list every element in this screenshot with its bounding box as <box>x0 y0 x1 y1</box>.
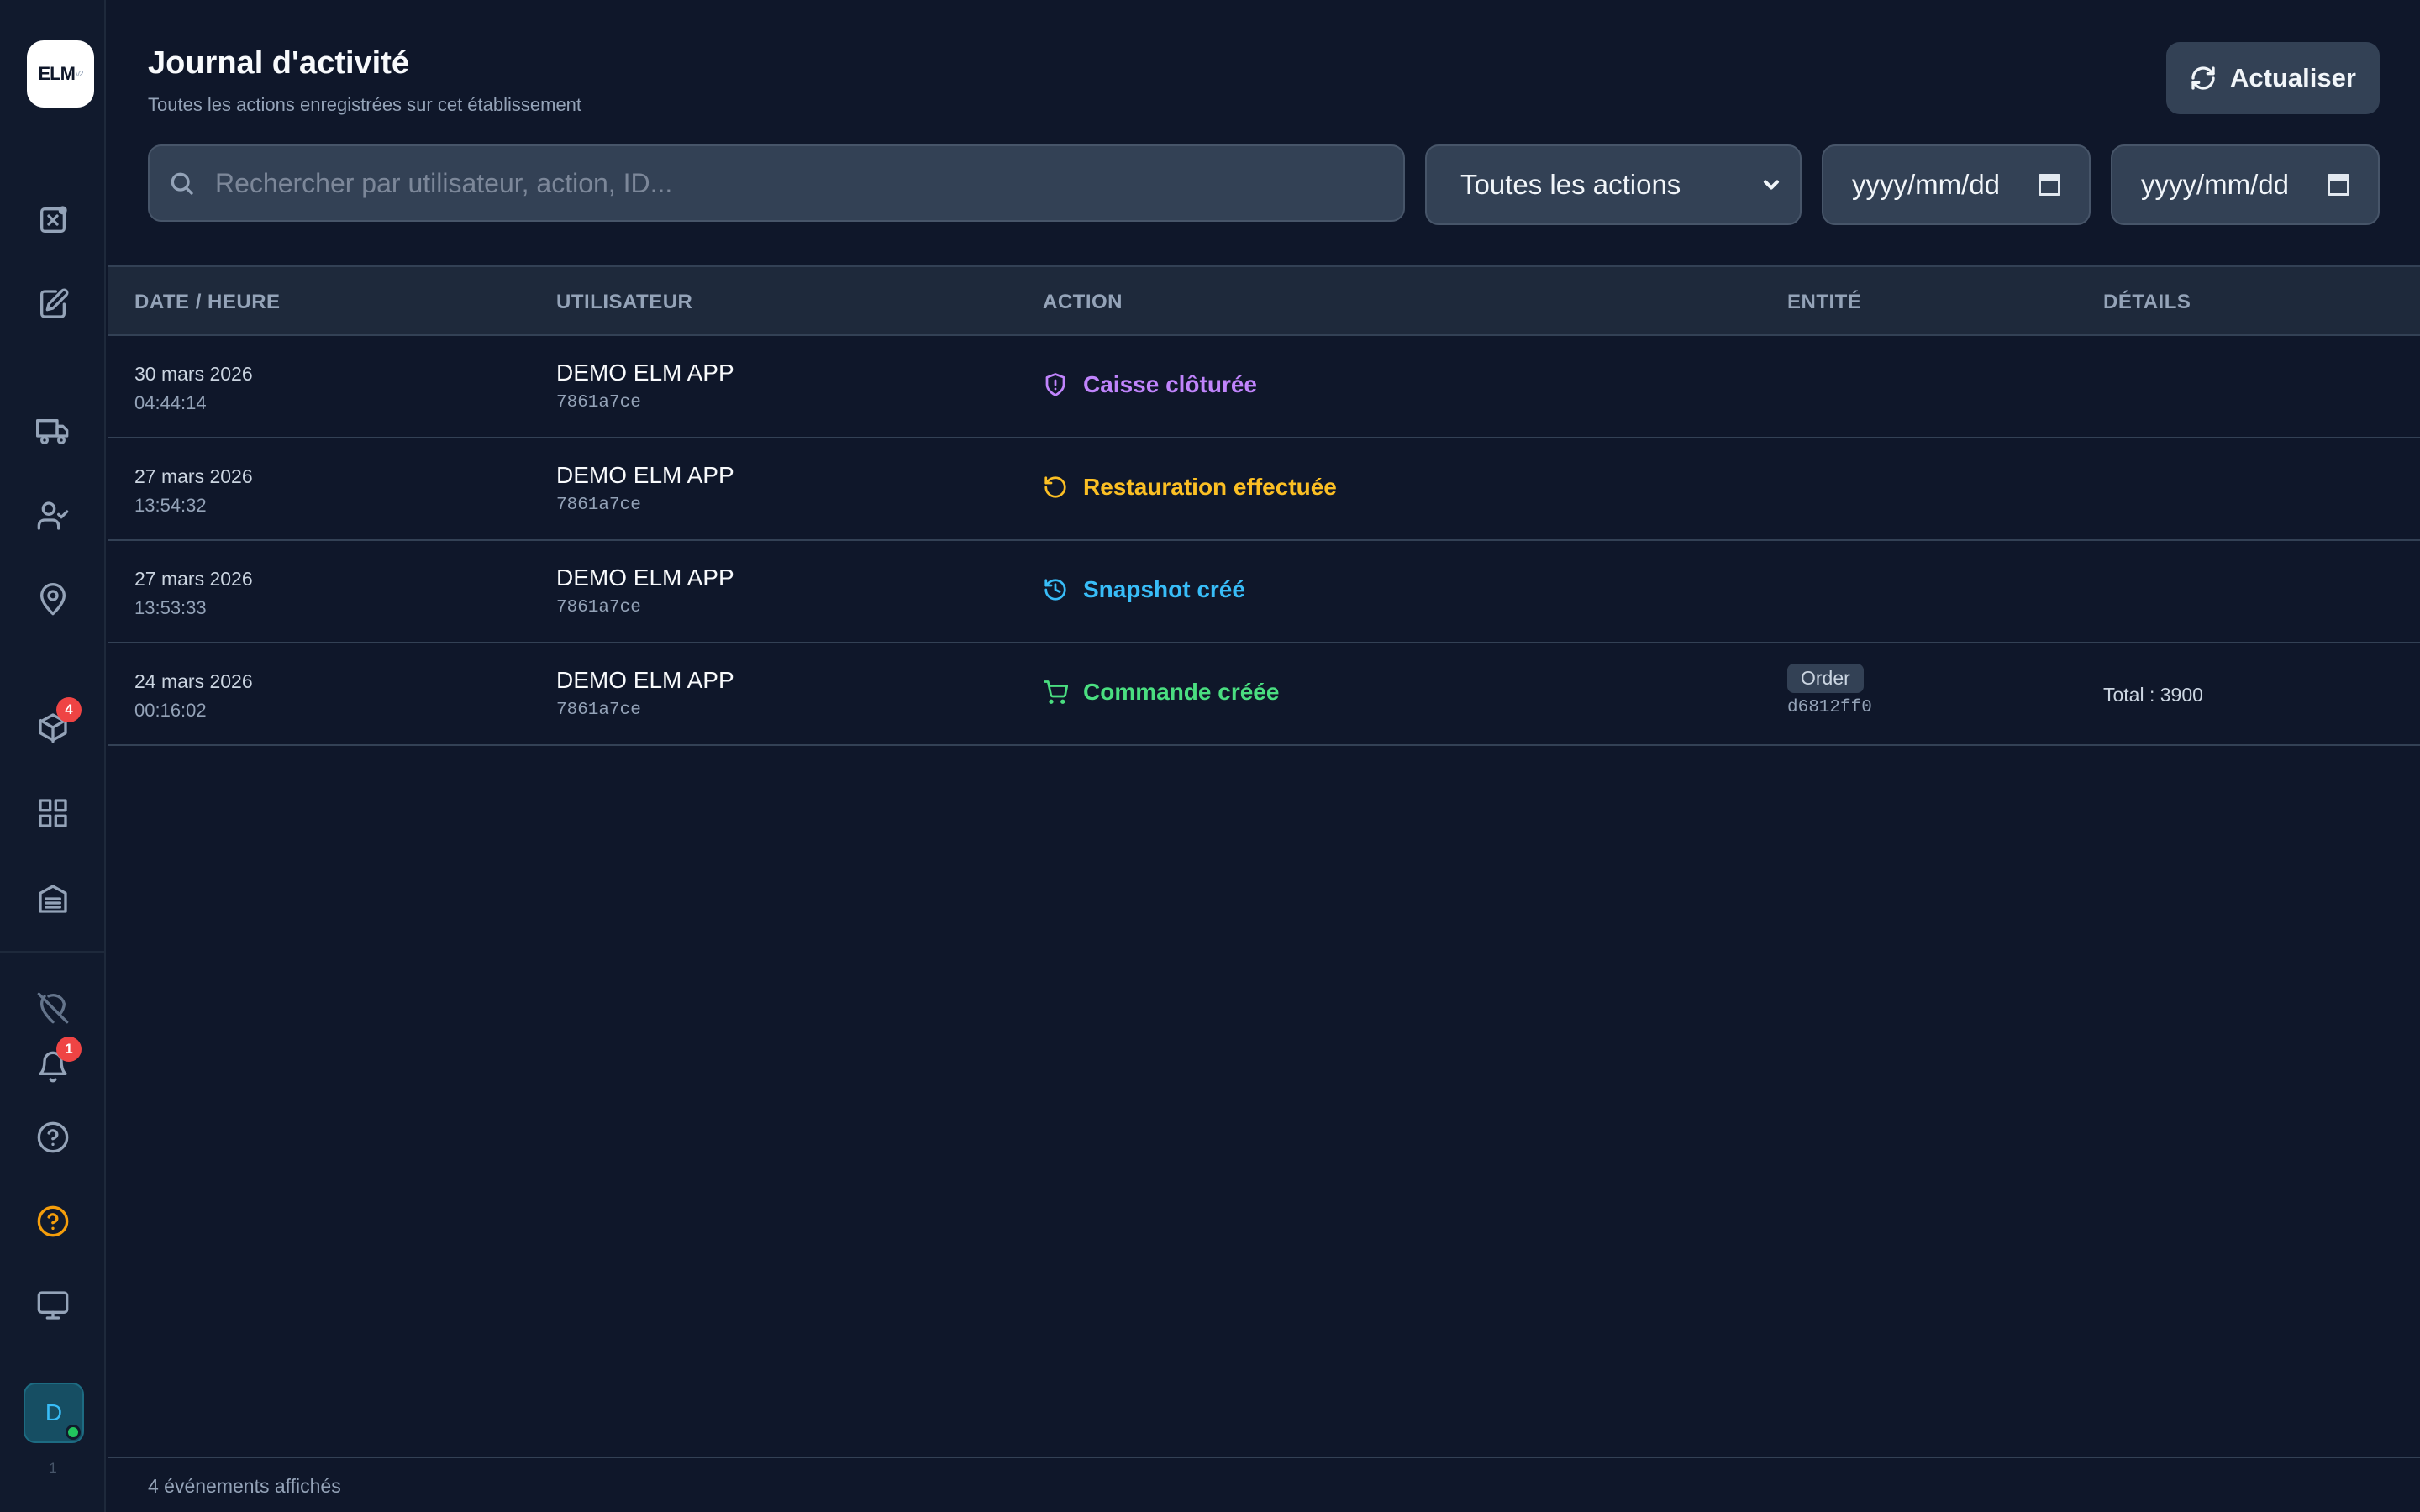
cart-icon <box>1044 680 1068 704</box>
refresh-button[interactable]: Actualiser <box>2166 42 2380 114</box>
warehouse-icon[interactable] <box>33 879 73 919</box>
date-cell: 27 mars 2026 13:54:32 <box>134 465 253 517</box>
products-badge: 4 <box>56 697 82 722</box>
row-action: Snapshot créé <box>1083 576 1245 602</box>
search-box[interactable] <box>148 144 1405 222</box>
map-pin-icon[interactable] <box>33 580 73 620</box>
action-cell: Restauration effectuée <box>1043 474 1337 501</box>
row-time: 04:44:14 <box>134 392 207 413</box>
location-off-icon[interactable] <box>33 988 73 1028</box>
column-header-user[interactable]: UTILISATEUR <box>556 291 692 314</box>
page-subtitle: Toutes les actions enregistrées sur cet … <box>148 94 582 115</box>
row-date: 27 mars 2026 <box>134 568 253 590</box>
row-time: 13:54:32 <box>134 495 207 516</box>
user-cell: DEMO ELM APP 7861a7ce <box>556 564 734 617</box>
sidebar-footer-text: 1 <box>49 1460 57 1476</box>
row-user-id: 7861a7ce <box>556 701 641 720</box>
grid-icon[interactable] <box>33 793 73 833</box>
app-logo[interactable]: ELM v2 <box>27 40 94 108</box>
entity-cell: Order d6812ff0 <box>1787 664 1872 717</box>
date-to-input[interactable]: yyyy/mm/dd <box>2111 144 2380 225</box>
entity-badge: Order <box>1787 664 1864 693</box>
column-header-date[interactable]: DATE / HEURE <box>134 291 281 314</box>
history-icon <box>1044 579 1066 601</box>
column-header-entity[interactable]: ENTITÉ <box>1787 291 1861 314</box>
date-from-input[interactable]: yyyy/mm/dd <box>1822 144 2091 225</box>
search-input[interactable] <box>215 167 1403 199</box>
row-user-id: 7861a7ce <box>556 393 641 412</box>
row-user-id: 7861a7ce <box>556 496 641 515</box>
table-row[interactable]: 27 mars 2026 13:54:32 DEMO ELM APP 7861a… <box>108 438 2420 541</box>
help-circle-icon[interactable] <box>33 1117 73 1158</box>
entity-id[interactable]: d6812ff0 <box>1787 698 1872 717</box>
edit-document-icon[interactable] <box>33 284 73 324</box>
date-cell: 27 mars 2026 13:53:33 <box>134 568 253 619</box>
bell-icon[interactable]: 1 <box>33 1037 82 1087</box>
truck-icon[interactable] <box>33 412 73 452</box>
row-action: Commande créée <box>1083 679 1280 705</box>
details-cell: Total : 3900 <box>2103 684 2203 706</box>
package-icon[interactable]: 4 <box>33 697 82 748</box>
refresh-label: Actualiser <box>2230 63 2356 92</box>
calendar-icon[interactable] <box>2328 174 2349 196</box>
refresh-icon <box>2191 66 2215 90</box>
action-type-select[interactable]: Toutes les actions <box>1425 144 1802 225</box>
cash-register-icon[interactable] <box>33 200 73 240</box>
table-row[interactable]: 30 mars 2026 04:44:14 DEMO ELM APP 7861a… <box>108 336 2420 438</box>
user-check-icon[interactable] <box>33 496 73 536</box>
action-type-select-value: Toutes les actions <box>1460 169 1681 200</box>
action-cell: Caisse clôturée <box>1043 371 1257 398</box>
row-user-name: DEMO ELM APP <box>556 462 734 488</box>
support-icon[interactable] <box>33 1201 73 1242</box>
table-footer: 4 événements affichés <box>108 1457 2420 1512</box>
user-cell: DEMO ELM APP 7861a7ce <box>556 360 734 412</box>
rotate-ccw-icon <box>1044 476 1066 498</box>
shield-alert-icon <box>1045 373 1065 396</box>
row-action: Restauration effectuée <box>1083 474 1337 500</box>
column-header-action[interactable]: ACTION <box>1043 291 1123 314</box>
row-user-name: DEMO ELM APP <box>556 564 734 591</box>
date-from-value: yyyy/mm/dd <box>1852 169 2001 200</box>
table-row[interactable]: 27 mars 2026 13:53:33 DEMO ELM APP 7861a… <box>108 541 2420 643</box>
user-avatar[interactable]: D <box>24 1383 84 1443</box>
row-action: Caisse clôturée <box>1083 371 1257 397</box>
user-cell: DEMO ELM APP 7861a7ce <box>556 667 734 720</box>
date-cell: 24 mars 2026 00:16:02 <box>134 670 253 722</box>
online-status-dot <box>66 1425 81 1440</box>
action-cell: Snapshot créé <box>1043 576 1245 603</box>
row-user-name: DEMO ELM APP <box>556 360 734 386</box>
row-date: 30 mars 2026 <box>134 363 253 385</box>
monitor-icon[interactable] <box>33 1285 73 1326</box>
row-user-name: DEMO ELM APP <box>556 667 734 693</box>
calendar-icon[interactable] <box>2039 174 2060 196</box>
row-time: 00:16:02 <box>134 700 207 721</box>
column-header-details[interactable]: DÉTAILS <box>2103 291 2191 314</box>
table-header: DATE / HEURE UTILISATEUR ACTION ENTITÉ D… <box>108 265 2420 336</box>
row-time: 13:53:33 <box>134 597 207 618</box>
search-icon <box>171 172 193 195</box>
user-cell: DEMO ELM APP 7861a7ce <box>556 462 734 515</box>
page-title: Journal d'activité <box>148 45 410 81</box>
sidebar: ELM v2 4 1 D 1 <box>0 0 106 1512</box>
date-to-value: yyyy/mm/dd <box>2141 169 2290 200</box>
chevron-down-icon <box>1763 180 1780 190</box>
event-count: 4 événements affichés <box>148 1475 341 1497</box>
table-row[interactable]: 24 mars 2026 00:16:02 DEMO ELM APP 7861a… <box>108 643 2420 746</box>
date-cell: 30 mars 2026 04:44:14 <box>134 363 253 414</box>
row-user-id: 7861a7ce <box>556 598 641 617</box>
sidebar-divider <box>0 951 106 953</box>
row-date: 27 mars 2026 <box>134 465 253 487</box>
action-cell: Commande créée <box>1043 679 1279 706</box>
row-date: 24 mars 2026 <box>134 670 253 692</box>
notifications-badge: 1 <box>56 1037 82 1062</box>
